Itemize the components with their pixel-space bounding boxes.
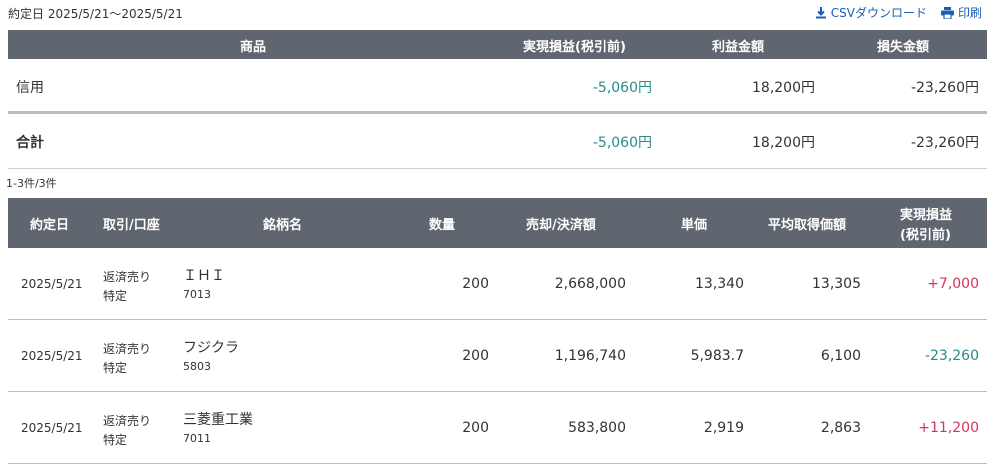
trade-pnl: +7,000 [927,276,979,292]
trade-account: 特定 [103,361,128,375]
summary-row-margin: 信用 -5,060円 18,200円 -23,260円 [8,59,987,114]
date-range-text: 約定日 2025/5/21〜2025/5/21 [8,7,183,21]
summary-profit-value: 18,200円 [752,135,815,151]
summary-col-realized: 実現損益(税引前) [523,40,626,55]
summary-profit-value: 18,200円 [752,80,815,96]
summary-loss-value: -23,260円 [910,135,979,151]
trade-qty: 200 [462,348,489,364]
summary-col-profit: 利益金額 [712,40,765,55]
stock-code: 7011 [183,432,211,445]
trade-qty: 200 [462,276,489,292]
trade-qty: 200 [462,420,489,436]
col-account: 取引/口座 [103,218,160,233]
col-pnl-line1: 実現損益 [900,208,953,223]
printer-icon [940,6,954,19]
summary-row-label: 信用 [16,80,44,96]
trade-type: 返済売り [103,342,152,356]
action-links: CSVダウンロード 印刷 [815,4,982,21]
stock-name[interactable]: ＩＨＩ [183,265,225,285]
trade-amount: 2,668,000 [554,276,626,292]
trade-header: 約定日 取引/口座 銘柄名 数量 売却/決済額 単価 平均取得価額 実現損益 (… [8,198,987,248]
summary-col-loss: 損失金額 [877,40,930,55]
col-qty: 数量 [429,218,456,233]
trade-price: 5,983.7 [690,348,744,364]
col-trade-date: 約定日 [30,218,70,233]
col-amount: 売却/決済額 [526,218,596,233]
trade-date: 2025/5/21 [21,349,83,363]
trade-pnl: -23,260 [924,348,979,364]
stock-code: 5803 [183,360,211,373]
col-price: 単価 [681,218,708,233]
summary-col-product: 商品 [240,40,267,55]
trade-account: 特定 [103,289,128,303]
summary-header: 商品 実現損益(税引前) 利益金額 損失金額 [8,30,987,59]
summary-loss-value: -23,260円 [910,80,979,96]
trade-avg-cost: 13,305 [812,276,861,292]
trade-table: 約定日 取引/口座 銘柄名 数量 売却/決済額 単価 平均取得価額 実現損益 (… [8,198,987,464]
csv-download-link[interactable]: CSVダウンロード [815,4,927,21]
trade-date: 2025/5/21 [21,277,83,291]
trade-avg-cost: 6,100 [820,348,861,364]
summary-realized-value: -5,060円 [592,135,652,151]
trade-amount: 583,800 [568,420,626,436]
trade-price: 13,340 [695,276,744,292]
summary-row-label: 合計 [16,135,44,151]
col-name: 銘柄名 [263,218,303,233]
stock-name[interactable]: 三菱重工業 [183,409,253,429]
stock-name[interactable]: フジクラ [183,337,239,357]
trade-amount: 1,196,740 [554,348,626,364]
summary-realized-value: -5,060円 [592,80,652,96]
download-icon [815,6,826,18]
table-row: 2025/5/21 返済売り 特定 三菱重工業 7011 200 583,800… [8,392,987,464]
trade-date: 2025/5/21 [21,421,83,435]
trade-type: 返済売り [103,270,152,284]
stock-code: 7013 [183,288,211,301]
trade-avg-cost: 2,863 [820,420,861,436]
print-link[interactable]: 印刷 [940,4,982,21]
col-pnl-line2: (税引前) [900,228,951,243]
table-row: 2025/5/21 返済売り 特定 ＩＨＩ 7013 200 2,668,000… [8,248,987,320]
result-count: 1-3件/3件 [6,177,57,190]
top-bar: 約定日 2025/5/21〜2025/5/21 CSVダウンロード 印刷 [0,0,992,30]
trade-account: 特定 [103,433,128,447]
trade-type: 返済売り [103,414,152,428]
table-row: 2025/5/21 返済売り 特定 フジクラ 5803 200 1,196,74… [8,320,987,392]
trade-pnl: +11,200 [918,420,979,436]
trade-price: 2,919 [703,420,744,436]
summary-row-total: 合計 -5,060円 18,200円 -23,260円 [8,114,987,169]
print-label: 印刷 [957,6,982,20]
summary-table: 商品 実現損益(税引前) 利益金額 損失金額 信用 -5,060円 18,200… [8,30,987,169]
csv-download-label: CSVダウンロード [830,6,927,20]
col-avg-cost: 平均取得価額 [768,218,847,233]
